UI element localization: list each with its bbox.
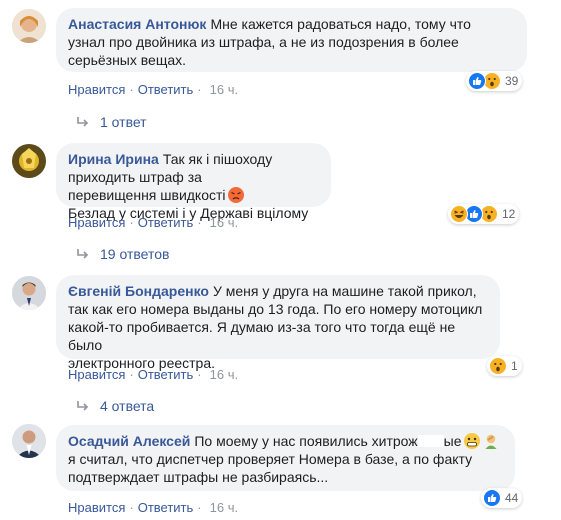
reaction-count: 12	[502, 207, 516, 221]
avatar[interactable]	[12, 9, 46, 43]
timestamp[interactable]: 16 ч.	[210, 500, 238, 515]
like-link[interactable]: Нравится	[68, 367, 125, 382]
like-icon	[468, 72, 486, 90]
comment-text-line: серьёзных вещах.	[68, 52, 187, 68]
separator: ·	[197, 82, 202, 97]
reply-arrow-icon	[77, 249, 89, 259]
timestamp[interactable]: 16 ч.	[210, 367, 238, 382]
view-replies-link[interactable]: 4 ответа	[76, 398, 154, 414]
like-link[interactable]: Нравится	[68, 500, 125, 515]
avatar[interactable]	[12, 144, 46, 178]
reply-arrow-icon	[77, 117, 89, 127]
like-link[interactable]: Нравится	[68, 82, 125, 97]
comment-author[interactable]: Ирина Ирина	[68, 151, 159, 167]
comment-text-line: ые	[443, 433, 462, 449]
comment-text-line: По моему у нас появились хитрож	[194, 433, 418, 449]
comment-text-line: подтверждает штрафы не разбираясь...	[68, 469, 329, 485]
comment-bubble: Анастасия Антонюк Мне кажется радоваться …	[56, 8, 527, 72]
separator: ·	[129, 82, 134, 97]
reply-link[interactable]: Ответить	[138, 82, 194, 97]
like-icon	[483, 489, 501, 507]
view-replies-link[interactable]: 1 ответ	[76, 114, 147, 130]
separator: ·	[129, 215, 134, 230]
reply-link[interactable]: Ответить	[138, 367, 194, 382]
comment-actions: Нравится · Ответить · 16 ч.	[68, 82, 238, 97]
comment-author[interactable]: Євгеній Бондаренко	[68, 283, 209, 299]
reaction-count: 1	[511, 359, 518, 373]
replies-count: 1 ответ	[100, 114, 147, 130]
avatar[interactable]	[12, 276, 46, 310]
timestamp[interactable]: 16 ч.	[210, 82, 238, 97]
reply-link[interactable]: Ответить	[138, 500, 194, 515]
comment-actions: Нравится · Ответить · 16 ч.	[68, 367, 238, 382]
replies-count: 19 ответов	[100, 246, 170, 262]
like-link[interactable]: Нравится	[68, 215, 125, 230]
comment-text-line: У меня у друга на машине такой прикол,	[212, 283, 477, 299]
comment-text-line: я считал, что диспетчер проверяет Номера…	[68, 451, 473, 467]
grimace-emoji-icon	[463, 433, 480, 449]
comment-author[interactable]: Анастасия Антонюк	[68, 16, 206, 32]
reply-arrow-icon	[77, 401, 89, 411]
comment-actions: Нравится · Ответить · 16 ч.	[68, 500, 238, 515]
comment-text-line: Мне кажется радоваться надо, тому что	[210, 16, 471, 32]
comment-text-line: так как его номера выданы до 13 года. По…	[68, 301, 483, 317]
facepalm-emoji-icon	[483, 433, 499, 449]
reaction-count: 44	[505, 491, 519, 505]
replies-count: 4 ответа	[100, 398, 155, 414]
comment-text-line: узнал про двойника из штрафа, а не из по…	[68, 34, 459, 50]
reactions-summary[interactable]: 39	[466, 71, 523, 91]
avatar[interactable]	[12, 424, 46, 458]
comment-bubble: Ирина Ирина Так як і пішоходу приходить ш…	[56, 143, 331, 221]
view-replies-link[interactable]: 19 ответов	[76, 246, 169, 262]
comment-bubble: Осадчий Алексей По моему у нас появились …	[56, 425, 515, 491]
reaction-count: 39	[505, 74, 519, 88]
reply-link[interactable]: Ответить	[138, 215, 194, 230]
comment-bubble: Євгеній Бондаренко У меня у друга на маши…	[56, 275, 500, 371]
separator: ·	[129, 500, 134, 515]
comment-text-line: какой-то пробивается. Я думаю из-за того…	[68, 319, 456, 353]
haha-icon	[450, 205, 468, 223]
wow-icon	[489, 357, 507, 375]
separator: ·	[129, 367, 134, 382]
comment-author[interactable]: Осадчий Алексей	[68, 433, 190, 449]
separator: ·	[197, 215, 202, 230]
timestamp[interactable]: 16 ч.	[210, 215, 238, 230]
reactions-summary[interactable]: 1	[487, 356, 522, 376]
angry-emoji-icon	[227, 187, 244, 203]
comment-text-line: перевищення швидкості	[68, 187, 226, 203]
separator: ·	[197, 500, 202, 515]
reactions-summary[interactable]: 44	[481, 488, 523, 508]
comment-actions: Нравится · Ответить · 16 ч.	[68, 215, 238, 230]
separator: ·	[197, 367, 202, 382]
reactions-summary[interactable]: 12	[448, 204, 520, 224]
redacted-mask	[417, 435, 444, 447]
